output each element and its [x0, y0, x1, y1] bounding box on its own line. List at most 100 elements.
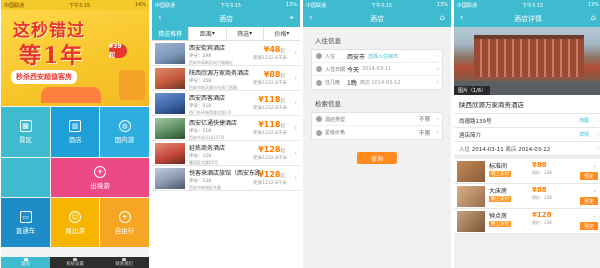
filter-price[interactable]: 价格 ▾ [264, 27, 300, 40]
battery: 14% [134, 2, 146, 8]
chevron-right-icon: › [294, 174, 297, 182]
home-icon[interactable]: ⌂ [440, 13, 445, 23]
filter-distance[interactable]: 距离 ▾ [189, 27, 227, 40]
book-button[interactable]: 预定 [580, 172, 598, 180]
hotel-search-screen: 中国联通 下午3:15 13% ‹ 酒店 ⌂ 入住信息 入住 西安市 选择入住城… [303, 0, 451, 268]
chevron-down-icon: ⌄ [591, 162, 597, 169]
hotel-row[interactable]: 悦客来酒店旅馆（西安东路） 评分：128 西安市新城区东路 ¥128起 距离12… [152, 166, 300, 191]
hotel-detail-screen: 中国联通 下午3:15 13% ‹ 酒店详情 ⌂ 图片（1/6） 陕西欣源万家商… [454, 0, 600, 268]
price-unit: 起 [280, 149, 286, 154]
price-value: 128 [536, 211, 552, 219]
globe-icon: ◍ [118, 120, 131, 132]
hotel-row[interactable]: 西安街宾酒店 评分：298 西安市高新区电子城路近 ¥48起 距离1232.8千… [152, 41, 300, 66]
room-row[interactable]: 大床房 晚上支付 ¥88 原价：338 ⌄ 预定 [454, 184, 600, 209]
row-label: 住几晚 [325, 80, 341, 86]
tile-around[interactable]: ☺ 周边游 [51, 198, 99, 247]
hotel-distance: 距离1232.8千米 [253, 156, 287, 161]
location-pin-icon[interactable]: ⌖ [289, 13, 294, 23]
hotel-row[interactable]: 延炼商务酒店 评分：128 雁塔区北路55号 ¥128起 距离1232.8千米 … [152, 141, 300, 166]
calendar-icon [316, 66, 322, 72]
room-row[interactable]: 钟点房 晚上支付 ¥128 原价：338 ⌄ 预定 [454, 209, 600, 234]
hotel-type-value: 不限 [418, 117, 430, 123]
chevron-right-icon: › [596, 117, 599, 124]
person-icon [316, 53, 322, 59]
chevron-down-icon: ▾ [249, 30, 253, 37]
hotel-row[interactable]: 陕西欣源万家商务酒店 评分：358 西安市航天路与东直门西路 ¥88起 距离12… [152, 66, 300, 91]
price-unit: 起 [280, 99, 286, 104]
filter-bar: 猜送推荐 距离 ▾ 筛选 ▾ 价格 ▾ [152, 27, 300, 41]
promo-banner[interactable]: 这秒错过 等1年 ¥39起 秒杀西安超值客房 [1, 10, 149, 106]
hotel-type-row[interactable]: 酒店类型 不限 › [312, 113, 442, 126]
city-row[interactable]: 入住 西安市 选择入住城市 › [312, 50, 442, 63]
back-icon[interactable]: ‹ [460, 13, 464, 23]
dates-row[interactable]: 入住 2014-03-11 离店 2014-03-12 › [454, 142, 600, 156]
bottom-tab-bar: 首页 系统设置 联系我们 [1, 257, 149, 268]
search-button[interactable]: 查询 [357, 152, 397, 164]
checkin-date-row[interactable]: 入住日期 今天 2014-03-11 › [312, 63, 442, 76]
hotel-list: 西安街宾酒店 评分：298 西安市高新区电子城路近 ¥48起 距离1232.8千… [152, 41, 300, 191]
room-thumbnail [457, 211, 485, 232]
room-row[interactable]: 标准间 晚上支付 ¥88 原价：338 ⌄ 预定 [454, 159, 600, 184]
carrier: 中国联通 [155, 2, 176, 9]
back-icon[interactable]: ‹ [158, 13, 162, 23]
tab-home[interactable]: 首页 [1, 257, 51, 268]
chevron-down-icon: ⌄ [591, 187, 597, 194]
hotel-distance: 距离1232.8千米 [253, 56, 287, 61]
tile-bus[interactable]: ▭ 直通车 [1, 198, 50, 247]
filter-recommend[interactable]: 猜送推荐 [152, 27, 190, 40]
star-price-row[interactable]: 星级价格 不限 › [312, 126, 442, 139]
tile-domestic[interactable]: ◍ 国内游 [100, 107, 149, 157]
book-button[interactable]: 预定 [580, 222, 598, 230]
map-link[interactable]: 地图 [579, 117, 589, 124]
intro-label: 酒店简介 [459, 132, 482, 139]
hotel-icon: ▥ [69, 120, 81, 132]
chevron-down-icon: ⌄ [591, 212, 597, 219]
price-value: 128 [263, 170, 281, 179]
section-search-title: 检索信息 [315, 100, 341, 108]
hotel-photo[interactable]: 图片（1/6） [454, 27, 600, 95]
book-button[interactable]: 预定 [580, 197, 598, 205]
tab-settings[interactable]: 系统设置 [50, 257, 99, 268]
address-row[interactable]: 尚德路139号 地图 › [454, 114, 600, 128]
tile-scenic-extended[interactable] [1, 158, 50, 197]
intro-detail-link[interactable]: 详情 [579, 131, 589, 138]
hotel-address: 尚德路139号 [459, 118, 492, 125]
tile-hotel[interactable]: ▥ 酒店 [51, 107, 99, 157]
price-value: 128 [263, 145, 281, 154]
city-hint: 选择入住城市 [368, 53, 399, 60]
page-title: 酒店 [219, 14, 233, 23]
filter-label: 距离 [199, 31, 212, 38]
hotel-building [474, 39, 584, 77]
hotel-row[interactable]: 西安西客酒店 评分：518 西门外环城西路北段1号 ¥118起 距离1232.8… [152, 91, 300, 116]
checkin-date: 2014-03-11 [362, 66, 392, 72]
chevron-down-icon: ▾ [286, 30, 290, 37]
checkout-label: 离店 [505, 146, 517, 153]
filter-options[interactable]: 筛选 ▾ [227, 27, 264, 40]
intro-row[interactable]: 酒店简介 详情 › [454, 128, 600, 142]
airplane-icon: ✈ [94, 165, 106, 178]
checkout-date: 2014-03-12 [518, 146, 551, 153]
checkin-value: 今天 [347, 66, 360, 74]
hotel-name: 陕西欣源万家商务酒店 [454, 95, 600, 114]
clock: 下午3:15 [370, 2, 393, 9]
hotel-row[interactable]: 西安亿通快捷酒店 评分：118 西安市长乐坊157号 ¥118起 距离1232.… [152, 116, 300, 141]
moon-icon [316, 79, 322, 86]
home-icon[interactable]: ⌂ [591, 13, 596, 23]
tab-label: 系统设置 [65, 262, 84, 268]
tile-label: 国内游 [114, 136, 135, 144]
banner-subheadline: 等1年 [19, 43, 85, 69]
checkout-date: 离店 2014-03-12 [359, 80, 401, 86]
tile-outbound[interactable]: ✈ 出境游 [51, 158, 149, 197]
tile-label: 直通车 [15, 226, 36, 235]
tile-scenic[interactable]: ▦ 景区 [1, 107, 50, 157]
star-icon [316, 129, 322, 136]
tile-label: 酒店 [68, 136, 82, 144]
hotel-price: ¥48起 [263, 45, 285, 54]
tile-label: 出境游 [90, 181, 110, 190]
tile-selfdrive[interactable]: ✦ 自由行 [100, 198, 149, 247]
back-icon[interactable]: ‹ [309, 13, 313, 23]
chevron-right-icon: › [294, 124, 297, 132]
tab-contact[interactable]: 联系我们 [100, 257, 149, 268]
nights-row[interactable]: 住几晚 1晚 离店 2014-03-12 › [312, 76, 442, 89]
battery: 13% [436, 2, 448, 8]
